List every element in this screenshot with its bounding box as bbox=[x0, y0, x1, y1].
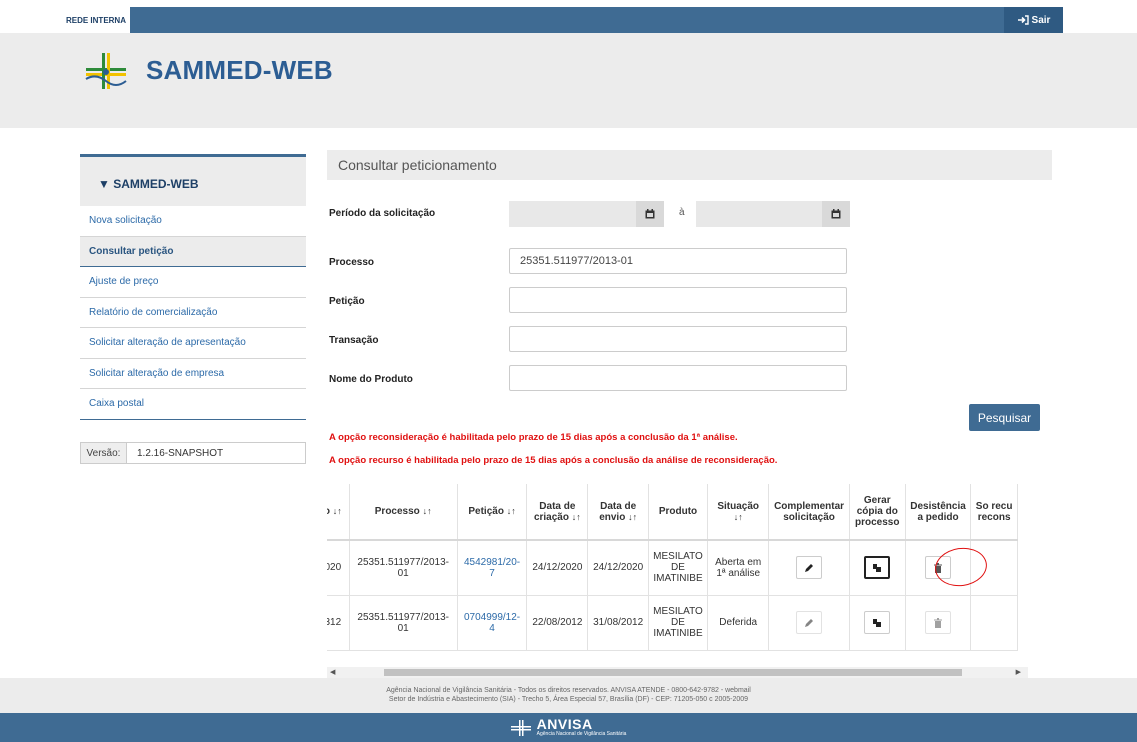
petition-label: Petição bbox=[329, 296, 365, 307]
cell-gerar-copia bbox=[849, 540, 906, 596]
date-end-input[interactable] bbox=[696, 201, 822, 227]
table-row: 312 25351.511977/2013-01 0704999/12-4 22… bbox=[327, 595, 1018, 651]
app-title: SAMMED-WEB bbox=[146, 55, 333, 85]
footer: Agência Nacional de Vigilância Sanitária… bbox=[0, 678, 1137, 713]
col-header-situacao[interactable]: Situação ↓↑ bbox=[707, 484, 770, 541]
cell-desistencia bbox=[905, 595, 972, 651]
warning-recurso: A opção recurso é habilitada pelo prazo … bbox=[329, 455, 778, 466]
top-bar: REDE INTERNA Sair bbox=[0, 0, 1137, 33]
sidebar-item-consultar-peticao[interactable]: Consultar petição bbox=[80, 236, 306, 267]
page-title: Consultar peticionamento bbox=[327, 150, 1052, 180]
process-input[interactable]: 25351.511977/2013-01 bbox=[509, 248, 847, 274]
anvisa-brand: ANVISA Agência Nacional de Vigilância Sa… bbox=[536, 716, 627, 737]
sidebar-item-alteracao-apresentacao[interactable]: Solicitar alteração de apresentação bbox=[80, 328, 306, 359]
sidebar-heading: ▼ SAMMED-WEB bbox=[98, 177, 199, 191]
anvisa-subtitle: Agência Nacional de Vigilância Sanitária bbox=[536, 731, 627, 737]
sidebar-item-ajuste-de-preco[interactable]: Ajuste de preço bbox=[80, 267, 306, 298]
sidebar-menu: Nova solicitação Consultar petição Ajust… bbox=[80, 206, 306, 420]
product-name-input[interactable] bbox=[509, 365, 847, 391]
cell-produto: MESILATO DE IMATINIBE bbox=[648, 595, 708, 651]
search-button[interactable]: Pesquisar bbox=[969, 404, 1040, 431]
transaction-input[interactable] bbox=[509, 326, 847, 352]
col-header-recurso: So recu recons bbox=[970, 484, 1018, 541]
transaction-label: Transação bbox=[329, 335, 379, 346]
calendar-icon bbox=[831, 209, 841, 219]
sidebar-item-alteracao-empresa[interactable]: Solicitar alteração de empresa bbox=[80, 359, 306, 389]
calendar-icon bbox=[645, 209, 655, 219]
desistencia-button-disabled bbox=[925, 611, 952, 634]
product-name-label: Nome do Produto bbox=[329, 374, 413, 385]
cell-peticao-link[interactable]: 4542981/20-7 bbox=[457, 540, 528, 596]
footer-line-2: Setor de Indústria e Abastecimento (SIA)… bbox=[388, 696, 749, 703]
table-horizontal-scrollbar[interactable]: ◀ ▶ bbox=[327, 667, 1028, 678]
sammed-logo-icon bbox=[85, 53, 127, 89]
results-table: o ↓↑ Processo ↓↑ Petição ↓↑ Data de cria… bbox=[327, 484, 1028, 666]
cell-complementar bbox=[768, 540, 850, 596]
cell-data-envio: 24/12/2020 bbox=[587, 540, 650, 596]
col-header-complementar: Complementar solicitação bbox=[768, 484, 850, 541]
header-inner: SAMMED-WEB bbox=[0, 33, 1137, 128]
col-header-data-criacao[interactable]: Data de criação ↓↑ bbox=[526, 484, 589, 541]
col-header-produto: Produto bbox=[648, 484, 708, 541]
period-label: Período da solicitação bbox=[329, 208, 436, 219]
col-header-desistencia: Desistência a pedido bbox=[905, 484, 972, 541]
cell-peticao-link[interactable]: 0704999/12-4 bbox=[457, 595, 528, 651]
version-value: 1.2.16-SNAPSHOT bbox=[137, 447, 224, 459]
col-header-gerar-copia: Gerar cópia do processo bbox=[849, 484, 906, 541]
cell-situacao: Aberta em 1ª análise bbox=[707, 540, 770, 596]
scroll-right-arrow-icon[interactable]: ▶ bbox=[1016, 668, 1021, 676]
footer-brand-bar: ANVISA Agência Nacional de Vigilância Sa… bbox=[0, 713, 1137, 742]
logout-label: Sair bbox=[1031, 14, 1051, 26]
trash-icon bbox=[934, 617, 943, 628]
cell-data-criacao: 22/08/2012 bbox=[526, 595, 589, 651]
cell-processo: 25351.511977/2013-01 bbox=[349, 595, 458, 651]
cell-date: 312 bbox=[327, 595, 350, 651]
anvisa-logo-icon bbox=[510, 719, 531, 736]
gerar-copia-button[interactable] bbox=[864, 611, 891, 634]
sign-out-icon bbox=[1017, 15, 1029, 25]
cell-recurso bbox=[970, 595, 1018, 651]
cell-situacao: Deferida bbox=[707, 595, 770, 651]
cell-date: 020 bbox=[327, 540, 350, 596]
col-header-peticao[interactable]: Petição ↓↑ bbox=[457, 484, 528, 541]
version-box: Versão: 1.2.16-SNAPSHOT bbox=[80, 442, 306, 464]
anvisa-name: ANVISA bbox=[536, 716, 593, 732]
gerar-copia-button[interactable] bbox=[864, 556, 891, 580]
sidebar-item-caixa-postal[interactable]: Caixa postal bbox=[80, 389, 306, 420]
complementar-button-disabled bbox=[796, 611, 823, 634]
col-header-processo[interactable]: Processo ↓↑ bbox=[349, 484, 458, 541]
pencil-icon bbox=[805, 618, 814, 627]
date-start-input[interactable] bbox=[509, 201, 636, 227]
logout-button[interactable]: Sair bbox=[1004, 7, 1063, 33]
process-label: Processo bbox=[329, 257, 375, 268]
calendar-start-button[interactable] bbox=[636, 201, 664, 227]
sidebar-item-nova-solicitacao[interactable]: Nova solicitação bbox=[80, 206, 306, 237]
col-header-data-envio[interactable]: Data de envio ↓↑ bbox=[587, 484, 650, 541]
col-header-date[interactable]: o ↓↑ bbox=[327, 484, 350, 541]
cell-produto: MESILATO DE IMATINIBE bbox=[648, 540, 708, 596]
petition-input[interactable] bbox=[509, 287, 847, 313]
sidebar-item-relatorio-comercializacao[interactable]: Relatório de comercialização bbox=[80, 298, 306, 328]
cell-gerar-copia bbox=[849, 595, 906, 651]
table-row: 020 25351.511977/2013-01 4542981/20-7 24… bbox=[327, 540, 1018, 596]
top-bar-strip bbox=[62, 7, 1063, 33]
footer-line-1: Agência Nacional de Vigilância Sanitária… bbox=[386, 687, 751, 694]
copy-hand-icon bbox=[873, 618, 882, 627]
table-header-row: o ↓↑ Processo ↓↑ Petição ↓↑ Data de cria… bbox=[327, 484, 1018, 541]
cell-data-criacao: 24/12/2020 bbox=[526, 540, 589, 596]
copy-hand-icon bbox=[873, 563, 882, 572]
warning-reconsideration: A opção reconsideração é habilitada pelo… bbox=[329, 432, 738, 443]
date-separator: à bbox=[679, 207, 685, 218]
cell-complementar bbox=[768, 595, 850, 651]
pencil-icon bbox=[805, 563, 814, 572]
calendar-end-button[interactable] bbox=[822, 201, 850, 227]
cell-processo: 25351.511977/2013-01 bbox=[349, 540, 458, 596]
version-label: Versão: bbox=[81, 443, 127, 463]
sidebar-header[interactable]: ▼ SAMMED-WEB bbox=[80, 154, 306, 206]
cell-data-envio: 31/08/2012 bbox=[587, 595, 650, 651]
complementar-button[interactable] bbox=[796, 556, 823, 580]
scroll-thumb[interactable] bbox=[384, 669, 962, 676]
scroll-left-arrow-icon[interactable]: ◀ bbox=[330, 668, 335, 676]
tab-rede-interna[interactable]: REDE INTERNA bbox=[62, 7, 130, 33]
